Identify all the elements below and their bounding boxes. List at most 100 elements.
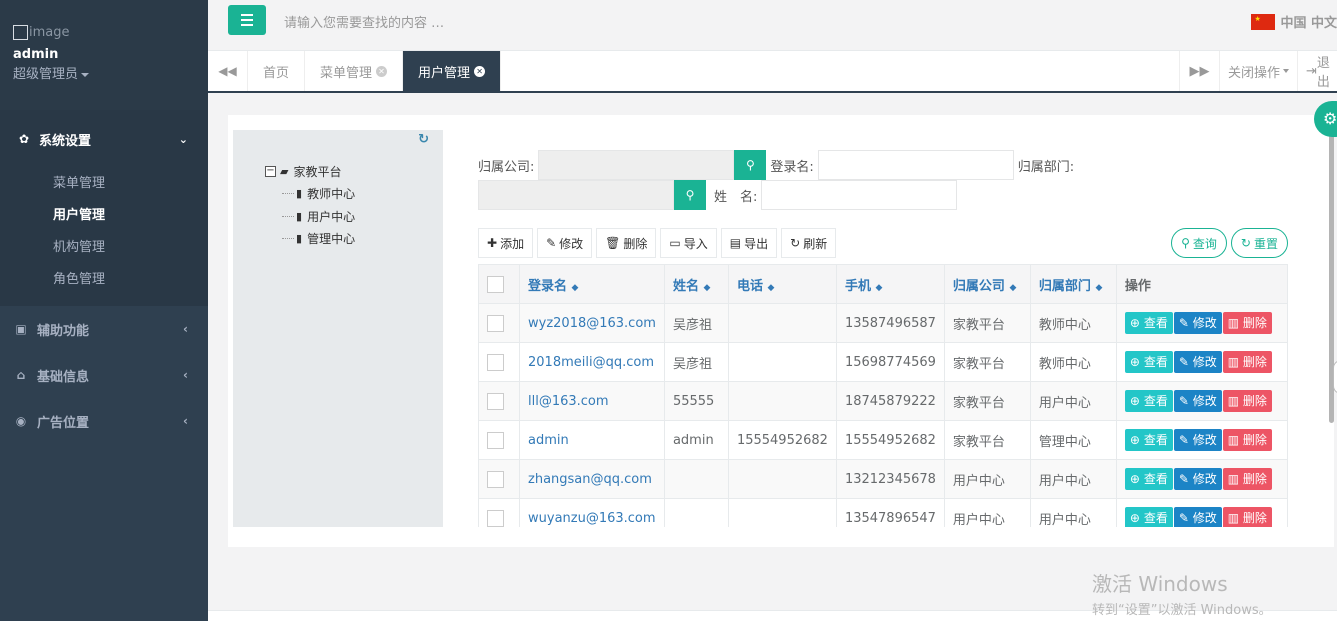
name-field[interactable] (761, 180, 958, 210)
view-button[interactable]: ⊕ 查看 (1124, 312, 1173, 334)
query-button[interactable]: ⚲ 查询 (1171, 228, 1227, 258)
edit-row-button[interactable]: ✎ 修改 (1173, 507, 1222, 527)
nav-auxiliary-label: 辅助功能 (37, 323, 90, 339)
column-header-label: 电话 (736, 278, 763, 294)
nav-basic-info[interactable]: ⌂ 基础信息 ‹ (0, 352, 208, 398)
sidebar-item-menu-management[interactable]: 菜单管理 (0, 168, 208, 200)
column-header-phone[interactable]: 电话 ◆ (727, 264, 837, 304)
nav-system-settings-label: 系统设置 (39, 133, 92, 149)
edit-label: 修改 (1192, 394, 1217, 408)
company-field[interactable] (538, 150, 735, 180)
tab-menu-management[interactable]: 菜单管理 ✕ (305, 51, 404, 91)
edit-icon: ✎ (1178, 394, 1189, 408)
sidebar-item-org-management[interactable]: 机构管理 (0, 232, 208, 264)
row-checkbox[interactable] (487, 431, 504, 449)
delete-button[interactable]: 🗑 删除 (596, 228, 657, 258)
cell-login[interactable]: lll@163.com (519, 381, 665, 421)
sidebar: image admin 超级管理员 ✿ 系统设置 ⌄ 菜单管理 用户管理 机构管… (0, 0, 208, 621)
column-header-name[interactable]: 姓名 ◆ (663, 264, 729, 304)
tabs-scroll-right-button[interactable]: ▶▶ (1178, 51, 1219, 91)
delete-row-button[interactable]: ▥ 删除 (1222, 507, 1272, 527)
close-icon[interactable]: ✕ (376, 65, 388, 77)
import-button[interactable]: ▭ 导入 (660, 228, 717, 258)
role-label: 超级管理员 (13, 67, 79, 82)
cell-login[interactable]: wuyanzu@163.com (519, 498, 665, 527)
row-checkbox[interactable] (487, 470, 504, 488)
column-header-dept[interactable]: 归属部门 ◆ (1029, 264, 1117, 304)
delete-row-button[interactable]: ▥ 删除 (1222, 468, 1272, 490)
tab-user-management[interactable]: 用户管理 ✕ (403, 51, 502, 91)
view-button[interactable]: ⊕ 查看 (1124, 390, 1173, 412)
edit-row-button[interactable]: ✎ 修改 (1173, 351, 1222, 373)
delete-row-button[interactable]: ▥ 删除 (1222, 312, 1272, 334)
logout-button[interactable]: ⇥ 退出 (1297, 51, 1337, 91)
refresh-button[interactable]: ↻ 刷新 (781, 228, 837, 258)
cell-login[interactable]: admin (519, 420, 665, 460)
edit-label: 修改 (1192, 316, 1217, 330)
collapse-icon[interactable]: − (265, 165, 276, 177)
tree-node[interactable]: ▮ 管理中心 (265, 228, 355, 251)
tree-node[interactable]: ▮ 教师中心 (265, 183, 355, 206)
view-button[interactable]: ⊕ 查看 (1124, 507, 1173, 527)
table-row[interactable]: lll@163.com 55555 18745879222 家教平台 用户中心 ⊕ 查看 ✎… (478, 381, 1288, 421)
edit-button[interactable]: ✎ 修改 (537, 228, 593, 258)
view-button[interactable]: ⊕ 查看 (1124, 351, 1173, 373)
side-toggle-handle[interactable] (1333, 360, 1337, 394)
refresh-icon[interactable]: ↻ (418, 132, 429, 147)
edit-label: 修改 (1192, 511, 1217, 525)
sidebar-item-role-management[interactable]: 角色管理 (0, 264, 208, 296)
table-row[interactable]: wyz2018@163.com 吴彦祖 13587496587 家教平台 教师中心 ⊕ 查… (478, 303, 1288, 343)
edit-row-button[interactable]: ✎ 修改 (1173, 390, 1222, 412)
login-field[interactable] (817, 150, 1014, 180)
cell-login[interactable]: wyz2018@163.com (519, 303, 665, 343)
nav-system-settings[interactable]: ✿ 系统设置 ⌄ (0, 110, 208, 168)
refresh-icon: ↻ (1240, 236, 1251, 250)
tree-node-root[interactable]: − ▰ 家教平台 (265, 160, 355, 183)
role-dropdown[interactable]: 超级管理员 (13, 63, 208, 82)
column-header-mobile[interactable]: 手机 ◆ (835, 264, 945, 304)
tab-label: 首页 (263, 65, 290, 81)
company-search-button[interactable]: ⚲ (734, 150, 767, 180)
table-row[interactable]: zhangsan@qq.com 13212345678 用户中心 用户中心 ⊕ 查看 ✎ … (478, 459, 1288, 499)
delete-row-button[interactable]: ▥ 删除 (1222, 429, 1272, 451)
row-checkbox[interactable] (487, 314, 504, 332)
close-ops-dropdown[interactable]: 关闭操作 (1218, 51, 1297, 91)
delete-row-button[interactable]: ▥ 删除 (1222, 351, 1272, 373)
row-checkbox[interactable] (487, 392, 504, 410)
tree-node[interactable]: ▮ 用户中心 (265, 205, 355, 228)
row-checkbox[interactable] (487, 353, 504, 371)
edit-row-button[interactable]: ✎ 修改 (1173, 429, 1222, 451)
cell-actions: ⊕ 查看 ✎ 修改 ▥ 删除 (1115, 498, 1288, 527)
column-header-login[interactable]: 登录名 ◆ (519, 264, 665, 304)
search-input[interactable]: 请输入您需要查找的内容 … (284, 12, 444, 31)
edit-row-button[interactable]: ✎ 修改 (1173, 312, 1222, 334)
nav-auxiliary[interactable]: ▣ 辅助功能 ‹ (0, 306, 208, 352)
cell-login[interactable]: zhangsan@qq.com (519, 459, 665, 499)
sidebar-item-user-management[interactable]: 用户管理 (0, 200, 208, 232)
add-button[interactable]: ✚ 添加 (478, 228, 534, 258)
delete-row-button[interactable]: ▥ 删除 (1222, 390, 1272, 412)
avatar-alt-text: image (29, 24, 70, 40)
nav-ad-position[interactable]: ◉ 广告位置 ‹ (0, 398, 208, 444)
cell-login[interactable]: 2018meili@qq.com (519, 342, 665, 382)
sort-icon: ◆ (571, 282, 579, 293)
table-row[interactable]: wuyanzu@163.com 13547896547 用户中心 用户中心 ⊕ 查看 ✎ … (478, 498, 1288, 527)
dept-field[interactable] (478, 180, 674, 210)
column-header-company[interactable]: 归属公司 ◆ (943, 264, 1031, 304)
reset-button[interactable]: ↻ 重置 (1230, 228, 1288, 258)
view-button[interactable]: ⊕ 查看 (1124, 468, 1173, 490)
table-row[interactable]: admin admin 15554952682 15554952682 家教平台 管理中心… (478, 420, 1288, 460)
view-button[interactable]: ⊕ 查看 (1124, 429, 1173, 451)
table-row[interactable]: 2018meili@qq.com 吴彦祖 15698774569 家教平台 教师中心 ⊕ … (478, 342, 1288, 382)
dept-search-button[interactable]: ⚲ (674, 180, 706, 210)
tabs-scroll-left-button[interactable]: ◀◀ (208, 51, 248, 91)
close-icon[interactable]: ✕ (474, 65, 486, 77)
select-all-checkbox[interactable] (487, 275, 504, 293)
language-selector[interactable]: 中国 中文 (1251, 12, 1337, 31)
row-checkbox[interactable] (487, 509, 504, 527)
edit-row-button[interactable]: ✎ 修改 (1173, 468, 1222, 490)
menu-toggle-button[interactable] (228, 5, 266, 35)
tab-home[interactable]: 首页 (248, 51, 306, 91)
export-button[interactable]: ▤ 导出 (720, 228, 778, 258)
search-plus-icon: ⊕ (1129, 511, 1140, 525)
